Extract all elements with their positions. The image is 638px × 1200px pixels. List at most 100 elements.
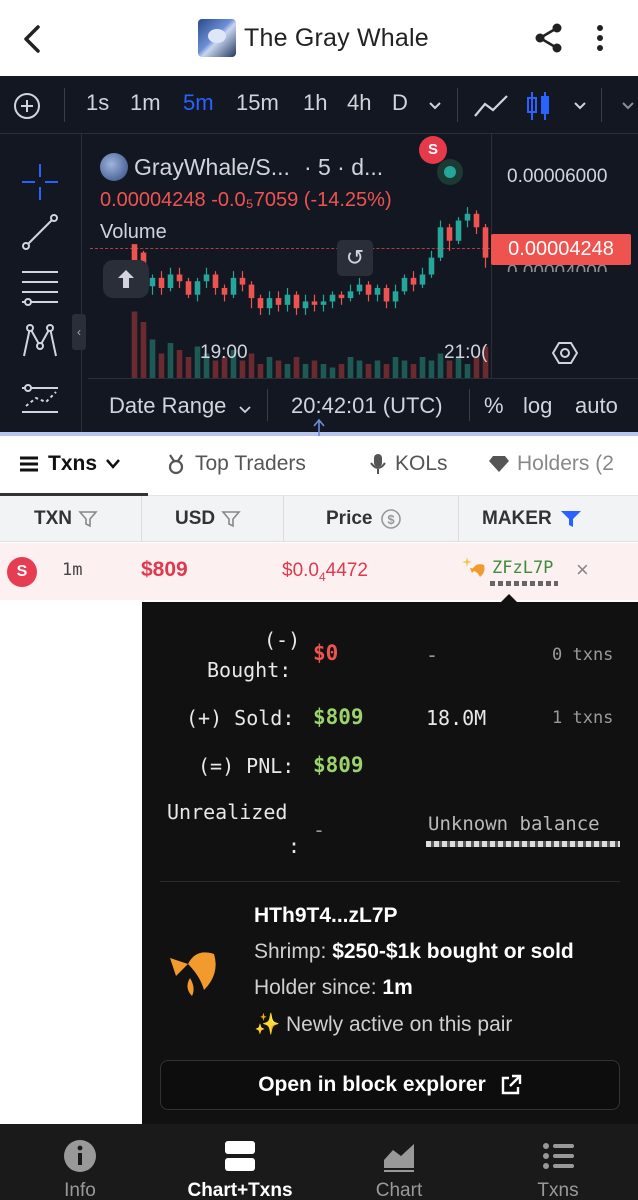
candle-body [176,274,183,282]
interval-1h[interactable]: 1h [303,90,327,116]
price-line [90,248,490,249]
candlestick-chart [131,207,489,378]
log-toggle[interactable]: log [523,393,552,419]
tab-kols[interactable]: KOLs [369,452,448,476]
col-txn[interactable]: TXN [34,508,98,530]
crosshair-icon[interactable] [20,162,60,202]
unknown-balance: Unknown balance [428,813,600,835]
interval-1m[interactable]: 1m [130,90,161,116]
trend-line-icon[interactable] [20,212,60,252]
col-usd[interactable]: USD [175,508,241,530]
back-icon[interactable] [18,22,48,56]
pair-icon [100,153,128,181]
nav-info[interactable]: Info [20,1124,140,1200]
popup-divider [160,881,620,882]
nav-chart-txns[interactable]: Chart+Txns [180,1124,300,1200]
volume-bar [185,357,192,378]
tab-holders[interactable]: Holders (2 [487,452,614,476]
area-chart-icon [384,1144,414,1172]
candle-body [419,274,426,285]
collapse-toolbar-button[interactable]: ‹ [72,314,86,350]
date-range-button[interactable]: Date Range [109,393,226,419]
add-indicator-icon[interactable] [12,91,42,121]
reset-chart-button[interactable]: ↺ [337,240,373,276]
interval-1s[interactable]: 1s [86,90,109,116]
interval-d[interactable]: D [392,90,408,116]
col-maker[interactable]: MAKER [482,508,582,530]
candle-body [203,274,210,282]
interval-15m[interactable]: 15m [236,90,279,116]
diamond-icon [489,456,509,472]
volume-bar [383,364,390,378]
nav-txns[interactable]: Txns [498,1124,618,1200]
col-usd-label: USD [175,508,216,529]
filter-icon[interactable] [78,509,98,529]
token-avatar [198,19,236,57]
tab-txns[interactable]: Txns [18,452,121,476]
prediction-icon[interactable] [20,380,60,420]
line-chart-icon[interactable] [473,92,509,120]
candle-body [302,301,309,309]
external-link-icon [501,1074,521,1095]
tier-desc: $250-$1k bought or sold [332,940,574,963]
tab-top-traders-label: Top Traders [195,452,306,475]
volume-label: Volume [100,221,167,243]
candle-body [365,284,372,295]
nav-info-label: Info [64,1180,96,1200]
nav-chart-txns-label: Chart+Txns [187,1180,293,1200]
chart-type-chevron-icon[interactable] [572,100,588,112]
pair-name: GrayWhale/S... [134,153,290,180]
utc-time[interactable]: 20:42:01 (UTC) [291,393,443,419]
list-icon [20,456,38,472]
volume-bar [248,353,255,378]
fib-retracement-icon[interactable] [20,266,60,306]
more-vertical-icon[interactable] [590,22,610,54]
candle-body [428,257,435,275]
tier-line: Shrimp: $250-$1k bought or sold [254,940,574,964]
col-price[interactable]: Price $ [326,508,402,530]
interval-5m[interactable]: 5m [183,90,214,116]
maker-address: ZFzL7P [492,558,554,578]
candle-body [149,277,156,287]
filter-icon[interactable] [221,509,241,529]
volume-bar [158,353,165,378]
microphone-icon [370,454,386,474]
dollar-circle-icon[interactable]: $ [380,508,402,530]
nav-txns-label: Txns [537,1180,579,1200]
open-block-explorer-button[interactable]: Open in block explorer [160,1060,620,1110]
clear-filter-button[interactable]: × [576,557,589,583]
chevron-down-icon[interactable] [427,100,443,112]
token-title: The Gray Whale [198,18,429,58]
txn-tabs: Txns Top Traders KOLs Holders (2 [0,436,638,496]
candle-body [293,294,300,309]
auto-toggle[interactable]: auto [575,393,618,419]
tab-top-traders[interactable]: Top Traders [165,452,306,476]
split-view-icon [225,1141,255,1171]
share-icon[interactable] [533,22,565,54]
unrealized-label: Unrealized [167,800,288,824]
candlestick-icon[interactable] [525,90,553,122]
candle-body [356,284,363,292]
row-maker[interactable]: ZFzL7P [462,556,553,580]
nav-chart[interactable]: Chart [339,1124,459,1200]
date-range-chevron-icon[interactable] [238,405,252,415]
sold-amount: 18.0M [426,706,487,730]
x-tick-1900: 19:00 [200,342,248,363]
chart-toolbar: 1s 1m 5m 15m 1h 4h D [0,76,638,134]
sell-badge: S [7,557,37,587]
wallet-address[interactable]: HTh9T4...zL7P [254,904,398,928]
unrealized-value: - [313,818,326,842]
candle-body [131,244,138,261]
interval-4h[interactable]: 4h [347,90,371,116]
percent-toggle[interactable]: % [484,393,504,419]
table-row[interactable]: S 1m $809 $0.044472 ZFzL7P × [0,543,638,600]
toolbar-more-chevron-icon[interactable] [620,100,636,112]
chart-settings-icon[interactable] [552,340,578,366]
candle-body [311,301,318,305]
candle-body [329,294,336,302]
volume-bar [311,360,318,378]
volume-bar [365,364,372,378]
filter-active-icon[interactable] [560,509,582,529]
col-txn-label: TXN [34,508,72,529]
pattern-icon[interactable] [20,322,60,362]
